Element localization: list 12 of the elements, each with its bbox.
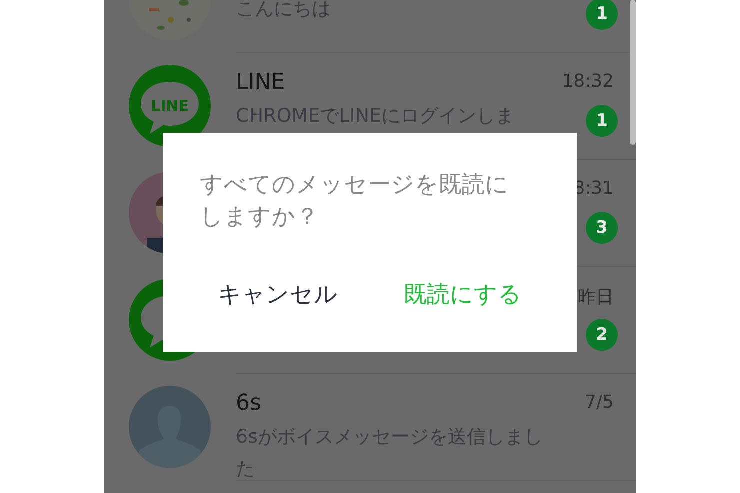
unread-badge: 2 [586, 319, 618, 351]
chat-name: LINE [236, 69, 286, 97]
message-time: 18:32 [562, 71, 614, 93]
message-time: 7/5 [585, 392, 614, 414]
unread-badge: 1 [586, 0, 618, 30]
unread-badge: 3 [586, 212, 618, 244]
cancel-button[interactable]: キャンセル [210, 273, 346, 316]
dialog-message: すべてのメッセージを既読にしますか？ [200, 171, 510, 232]
message-time: 昨日 [578, 286, 614, 307]
chat-name: 6s [236, 390, 262, 418]
unread-badge: 1 [586, 105, 618, 137]
scrollbar-thumb[interactable] [630, 0, 636, 145]
